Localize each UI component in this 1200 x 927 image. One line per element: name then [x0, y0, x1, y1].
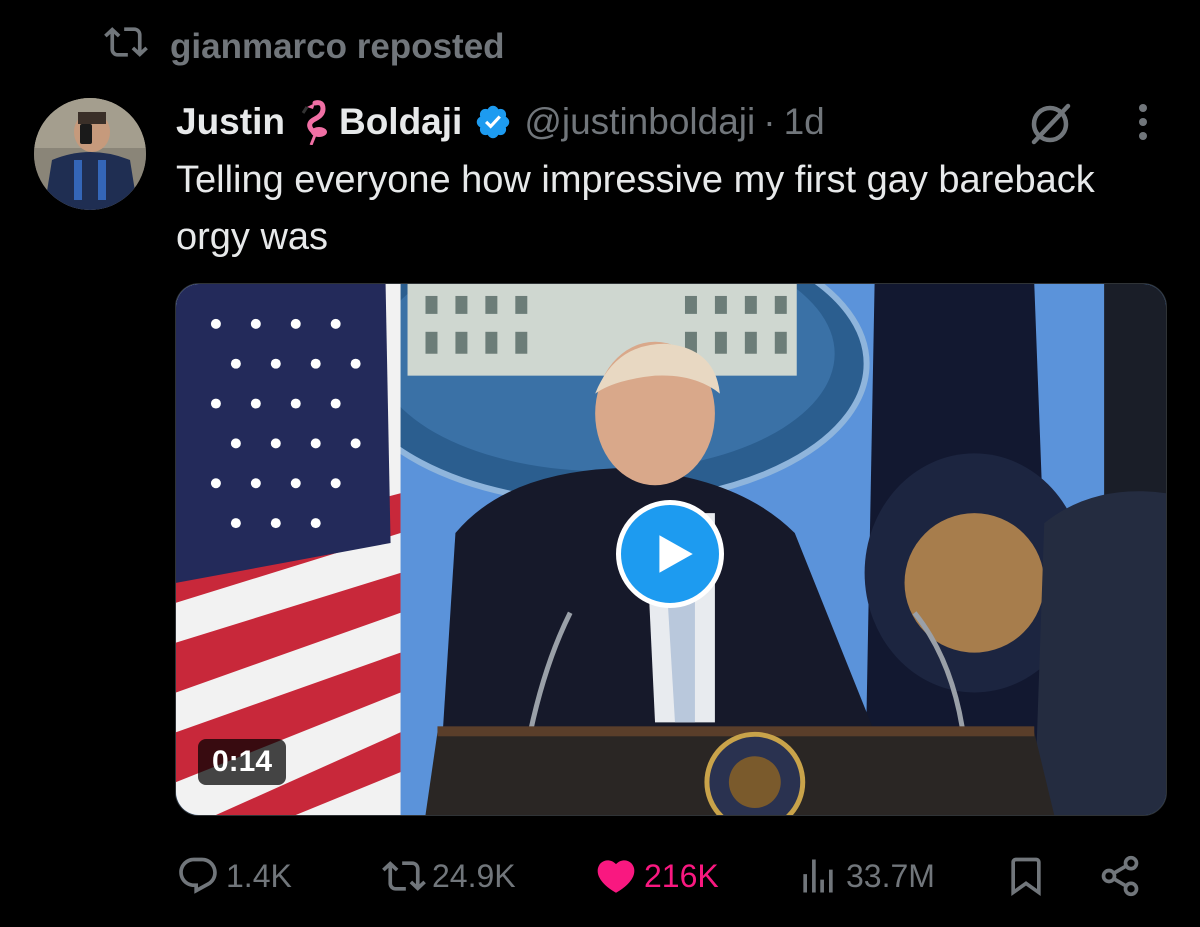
flamingo-emoji: [301, 100, 327, 145]
repost-indicator[interactable]: gianmarco reposted: [104, 20, 505, 73]
heart-icon: [597, 860, 635, 893]
video-player[interactable]: 0:14: [175, 283, 1167, 816]
views-button[interactable]: 33.7M: [796, 846, 935, 906]
repost-label: gianmarco reposted: [170, 26, 505, 66]
grok-icon[interactable]: [1024, 98, 1076, 150]
bookmark-button[interactable]: [1004, 846, 1048, 906]
tweet-text: Telling everyone how impressive my first…: [176, 159, 1095, 258]
views-count: 33.7M: [846, 857, 935, 894]
separator-dot: ·: [763, 101, 776, 142]
repost-count: 24.9K: [432, 857, 516, 894]
repost-button[interactable]: 24.9K: [382, 846, 516, 906]
play-button[interactable]: [616, 500, 724, 608]
share-icon: [1101, 855, 1139, 897]
action-bar: 1.4K 24.9K 216K 33.7M: [176, 846, 1166, 906]
video-duration: 0:14: [198, 739, 287, 785]
play-icon: [659, 535, 693, 573]
display-name[interactable]: Justin Boldaji: [176, 99, 462, 145]
repost-icon: [382, 861, 426, 891]
reply-button[interactable]: 1.4K: [176, 846, 292, 906]
bookmark-icon: [1011, 857, 1041, 897]
tweet-page: gianmarco reposted Justin Boldaji @justi…: [0, 0, 1200, 927]
share-button[interactable]: [1098, 846, 1142, 906]
timestamp[interactable]: 1d: [784, 101, 825, 143]
tweet-header: Justin Boldaji @justinboldaji · 1d: [176, 96, 825, 148]
handle[interactable]: @justinboldaji: [524, 101, 755, 143]
like-count: 216K: [644, 857, 719, 894]
verified-badge-icon[interactable]: [474, 103, 512, 141]
display-name-last: Boldaji: [338, 101, 463, 142]
like-button[interactable]: 216K: [594, 846, 719, 906]
reply-count: 1.4K: [226, 857, 292, 894]
repost-icon: [104, 20, 148, 73]
more-icon[interactable]: [1128, 100, 1158, 144]
display-name-first: Justin: [176, 101, 285, 142]
views-icon: [803, 859, 833, 893]
avatar[interactable]: [34, 98, 146, 210]
reply-icon: [179, 857, 217, 894]
